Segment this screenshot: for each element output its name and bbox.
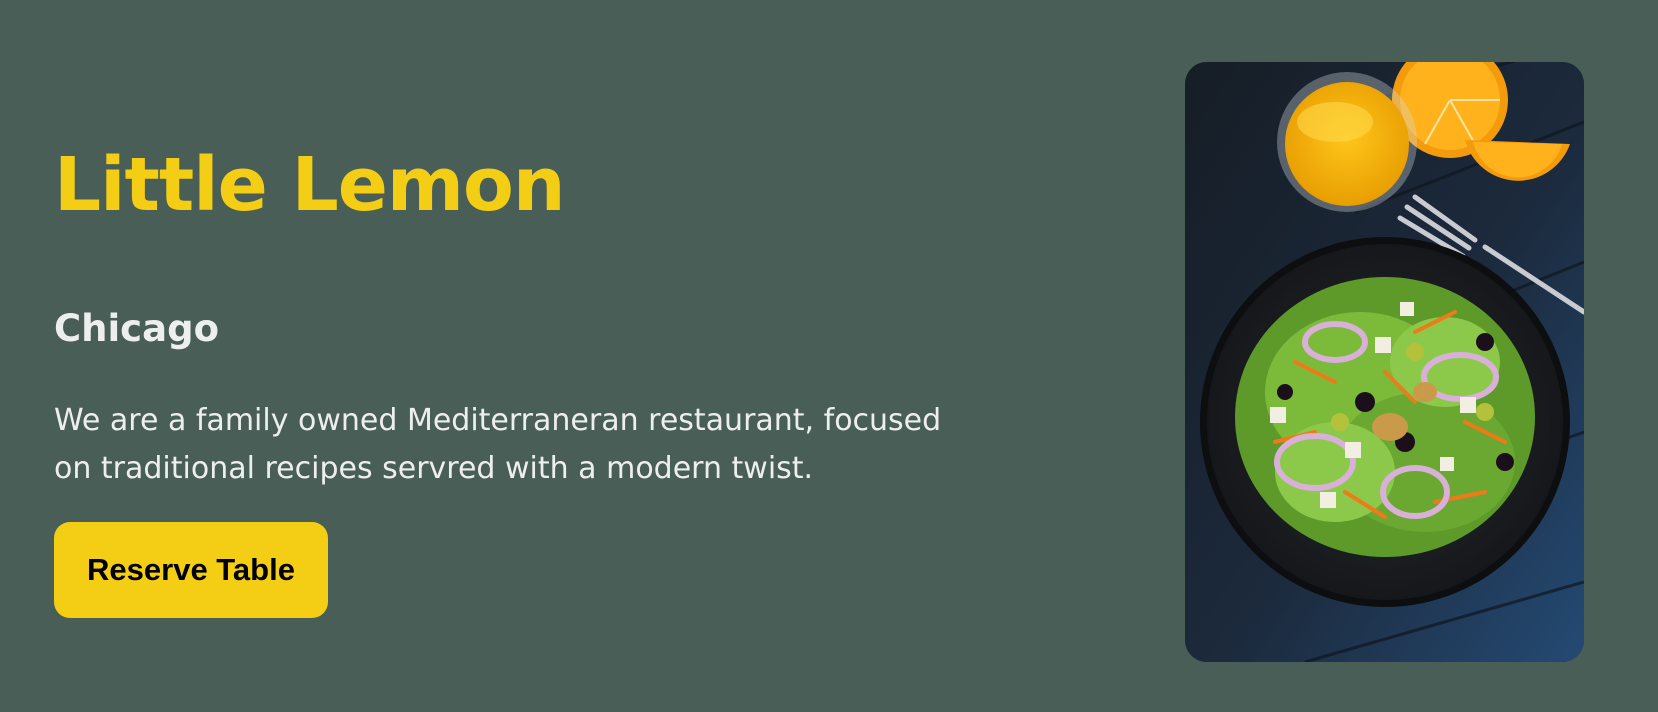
salad-photo-icon [1185, 62, 1584, 662]
hero-section: Little Lemon Chicago We are a family own… [0, 0, 1658, 712]
reserve-table-button[interactable]: Reserve Table [54, 522, 328, 618]
restaurant-description: We are a family owned Mediterraneran res… [54, 403, 942, 486]
page-title: Little Lemon [54, 142, 566, 228]
location-subtitle: Chicago [54, 307, 219, 350]
